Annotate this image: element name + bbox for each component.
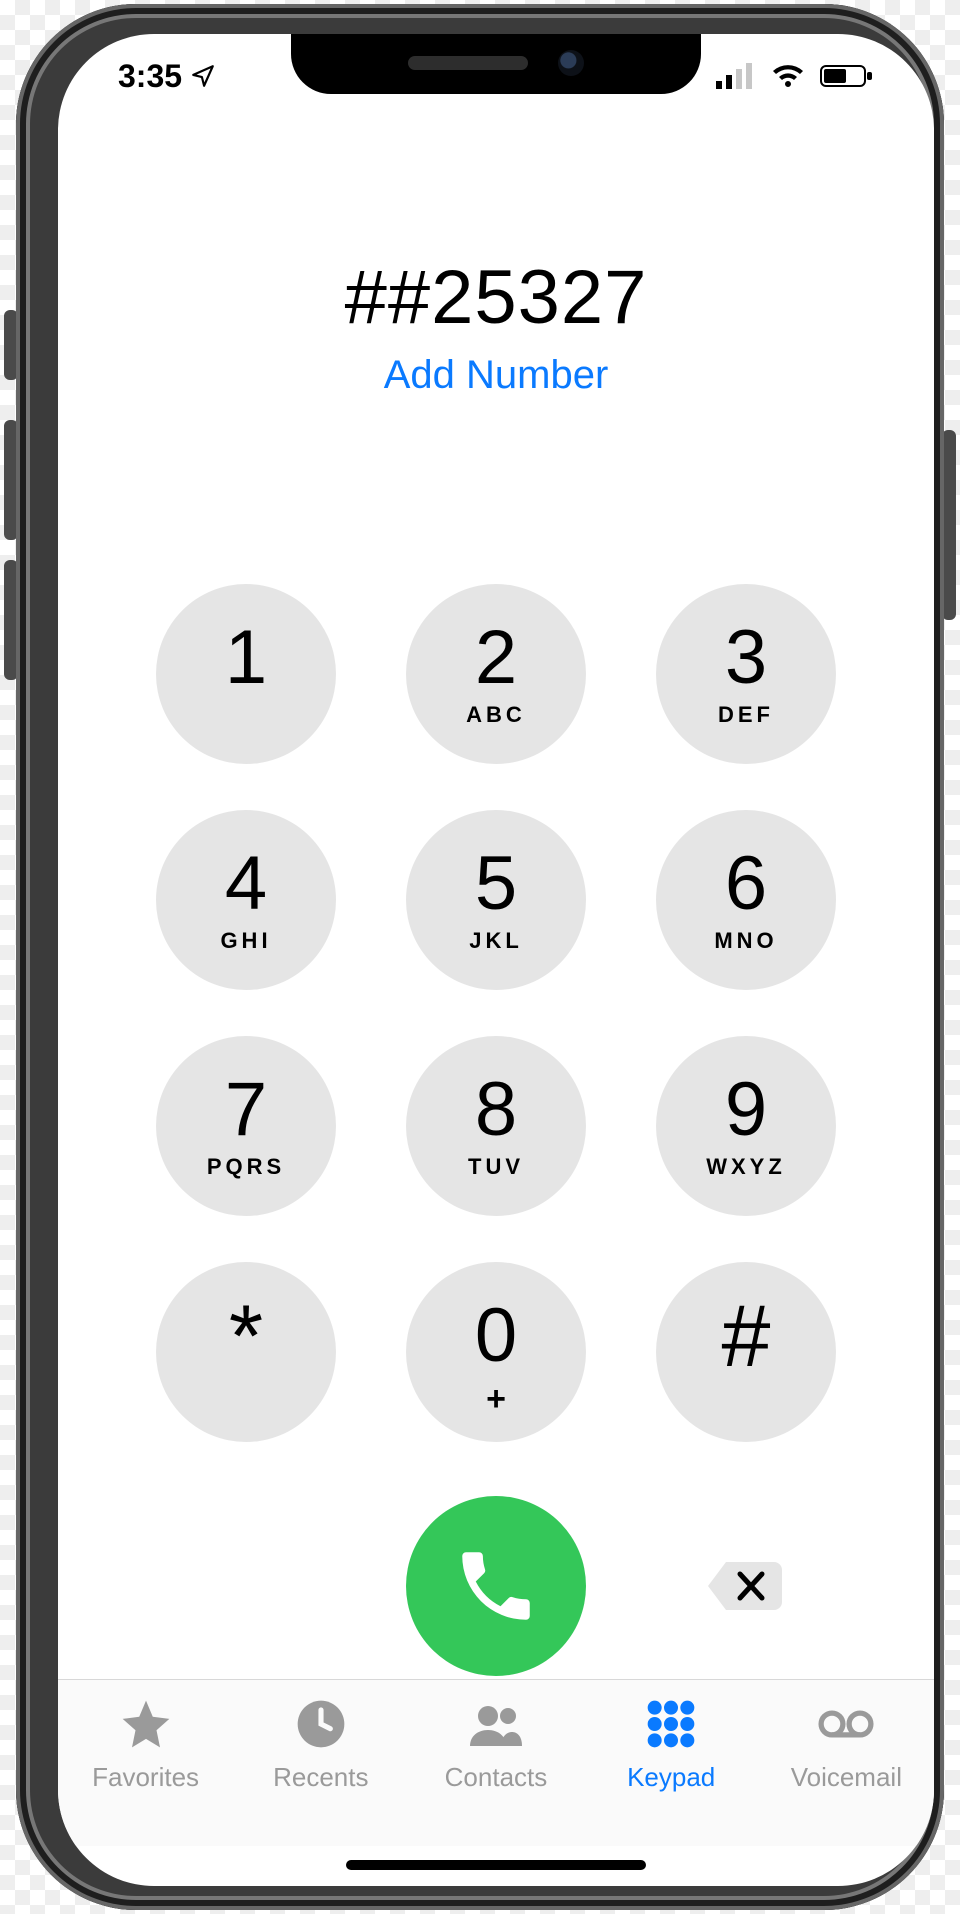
key-7[interactable]: 7 PQRS <box>156 1036 336 1216</box>
key-letters: DEF <box>718 702 774 728</box>
key-letters: ABC <box>466 702 526 728</box>
wifi-icon <box>770 63 806 89</box>
key-letters: MNO <box>714 928 777 954</box>
key-star[interactable]: * <box>156 1262 336 1442</box>
key-digit: 6 <box>725 846 767 922</box>
backspace-icon <box>704 1556 788 1616</box>
key-digit: 0 <box>475 1298 517 1374</box>
dialled-number: ##25327 <box>58 254 934 341</box>
cellular-icon <box>716 63 756 89</box>
key-letters: WXYZ <box>706 1154 786 1180</box>
tab-label: Contacts <box>445 1762 548 1793</box>
tab-favorites[interactable]: Favorites <box>61 1696 231 1793</box>
call-button[interactable] <box>406 1496 586 1676</box>
key-3[interactable]: 3 DEF <box>656 584 836 764</box>
star-icon <box>118 1696 174 1752</box>
key-digit: # <box>722 1292 771 1380</box>
add-number-button[interactable]: Add Number <box>58 353 934 398</box>
voicemail-icon <box>818 1696 874 1752</box>
status-bar: 3:35 <box>58 34 934 118</box>
contacts-icon <box>468 1696 524 1752</box>
tab-recents[interactable]: Recents <box>236 1696 406 1793</box>
key-8[interactable]: 8 TUV <box>406 1036 586 1216</box>
key-4[interactable]: 4 GHI <box>156 810 336 990</box>
key-digit: 5 <box>475 846 517 922</box>
key-0[interactable]: 0 + <box>406 1262 586 1442</box>
key-letters: PQRS <box>207 1154 285 1180</box>
location-icon <box>190 63 216 89</box>
home-indicator[interactable] <box>346 1860 646 1870</box>
dialled-area: ##25327 Add Number <box>58 254 934 398</box>
key-digit: 8 <box>475 1072 517 1148</box>
tab-label: Keypad <box>627 1762 715 1793</box>
tab-label: Recents <box>273 1762 368 1793</box>
screen: 3:35 <box>58 34 934 1886</box>
key-digit: 9 <box>725 1072 767 1148</box>
battery-icon <box>820 63 874 89</box>
key-letters: GHI <box>220 928 271 954</box>
key-letters: + <box>486 1380 506 1406</box>
tab-bar: Favorites Recents Contacts <box>58 1679 934 1846</box>
key-digit: 2 <box>475 620 517 696</box>
key-1[interactable]: 1 <box>156 584 336 764</box>
keypad-icon <box>643 1696 699 1752</box>
phone-icon <box>451 1541 541 1631</box>
key-2[interactable]: 2 ABC <box>406 584 586 764</box>
key-digit: 1 <box>225 620 267 696</box>
key-digit: 3 <box>725 620 767 696</box>
tab-label: Voicemail <box>791 1762 902 1793</box>
device-frame: 3:35 <box>16 4 944 1910</box>
key-5[interactable]: 5 JKL <box>406 810 586 990</box>
key-hash[interactable]: # <box>656 1262 836 1442</box>
key-digit: 7 <box>225 1072 267 1148</box>
tab-keypad[interactable]: Keypad <box>586 1696 756 1793</box>
key-digit: 4 <box>225 846 267 922</box>
key-digit: * <box>229 1292 263 1380</box>
tab-label: Favorites <box>92 1762 199 1793</box>
key-letters: JKL <box>469 928 523 954</box>
key-9[interactable]: 9 WXYZ <box>656 1036 836 1216</box>
keypad: 1 2 ABC 3 DEF 4 GHI 5 JKL 6 MNO <box>58 584 934 1442</box>
clock-icon <box>293 1696 349 1752</box>
tab-contacts[interactable]: Contacts <box>411 1696 581 1793</box>
tab-voicemail[interactable]: Voicemail <box>761 1696 931 1793</box>
key-6[interactable]: 6 MNO <box>656 810 836 990</box>
key-letters: TUV <box>468 1154 524 1180</box>
hardware-power-button <box>942 430 956 620</box>
status-time: 3:35 <box>118 58 182 95</box>
delete-button[interactable] <box>656 1556 836 1616</box>
